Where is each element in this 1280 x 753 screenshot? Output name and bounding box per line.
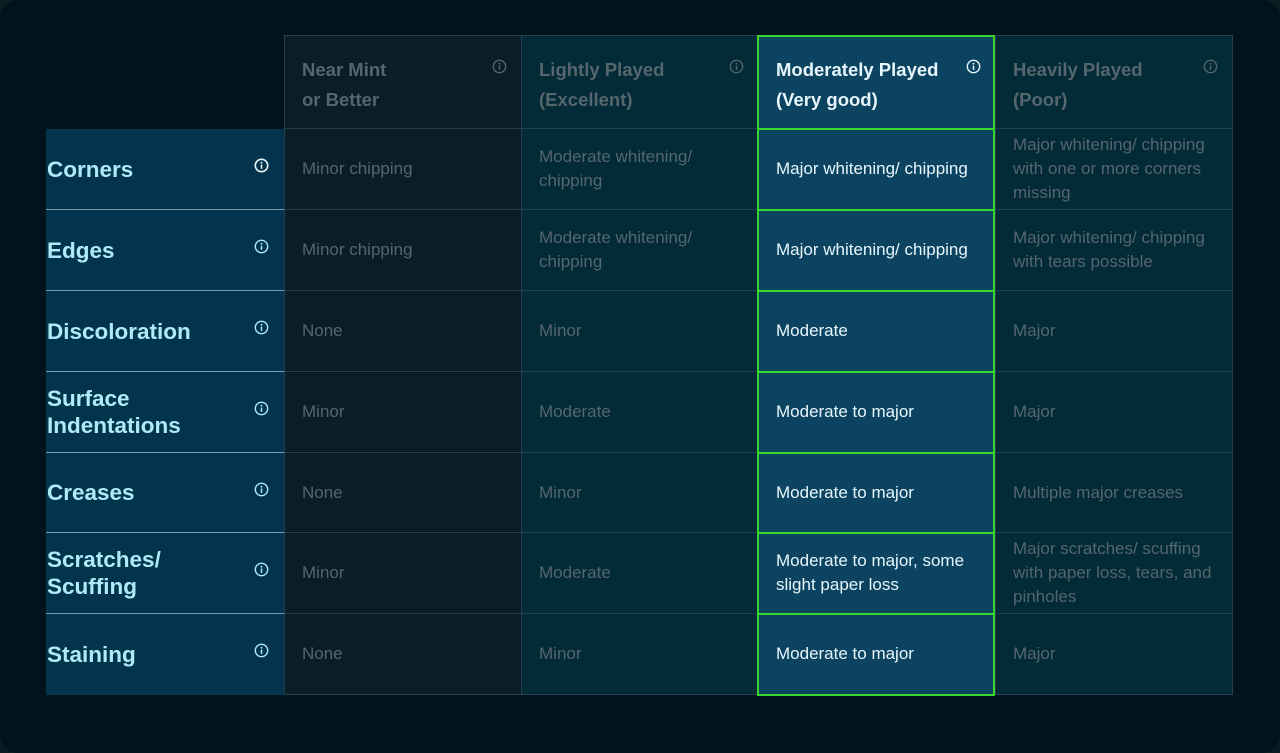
column-header-title: Moderately Played: [776, 59, 939, 80]
column-header-heavily-played: Heavily Played (Poor): [995, 35, 1233, 129]
grid-cell: Major scratches/ scuffing with paper los…: [995, 533, 1233, 614]
column-header-title: Near Mint: [302, 59, 387, 80]
grid-cell: Major: [995, 291, 1233, 372]
row-label-scratches-scuffing: Scratches/ Scuffing: [46, 533, 284, 614]
column-header-subtitle: (Very good): [776, 89, 878, 110]
info-icon[interactable]: [254, 643, 269, 658]
row-label-creases: Creases: [46, 453, 284, 533]
row-label-edges: Edges: [46, 210, 284, 291]
grid-cell: None: [284, 614, 521, 695]
info-icon[interactable]: [1203, 59, 1218, 74]
grid-cell-highlighted: Major whitening/ chipping: [758, 210, 995, 291]
grid-cell-highlighted: Moderate to major: [758, 372, 995, 453]
row-label-corners: Corners: [46, 129, 284, 210]
grid-cell: Minor: [284, 533, 521, 614]
grid-cell-highlighted: Moderate to major: [758, 614, 995, 695]
grid-cell: Major whitening/ chipping with one or mo…: [995, 129, 1233, 210]
column-header-subtitle: (Excellent): [539, 89, 633, 110]
grid-cell: Minor: [521, 614, 758, 695]
grid-cell: None: [284, 453, 521, 533]
grid-cell: Minor chipping: [284, 129, 521, 210]
row-label-text: Creases: [47, 480, 135, 505]
grid-cell-highlighted: Moderate to major, some slight paper los…: [758, 533, 995, 614]
column-header-title: Lightly Played: [539, 59, 665, 80]
grid-cell: Moderate: [521, 372, 758, 453]
info-icon[interactable]: [254, 320, 269, 335]
grid-cell: None: [284, 291, 521, 372]
row-label-text: Staining: [47, 642, 136, 667]
info-icon[interactable]: [492, 59, 507, 74]
grid-cell: Minor: [521, 453, 758, 533]
column-header-moderately-played: Moderately Played (Very good): [758, 35, 995, 129]
grid-cell: Moderate whitening/ chipping: [521, 129, 758, 210]
info-icon[interactable]: [254, 562, 269, 577]
info-icon[interactable]: [966, 59, 981, 74]
condition-grid: Near Mint or Better Lightly Played (Exce…: [46, 35, 1233, 695]
grid-cell: Major: [995, 614, 1233, 695]
info-icon[interactable]: [254, 158, 269, 173]
info-icon[interactable]: [729, 59, 744, 74]
grid-corner: [46, 35, 284, 129]
row-label-text: Corners: [47, 156, 134, 182]
grid-cell: Minor: [284, 372, 521, 453]
grid-cell: Minor chipping: [284, 210, 521, 291]
grid-cell-highlighted: Major whitening/ chipping: [758, 129, 995, 210]
row-label-discoloration: Discoloration: [46, 291, 284, 372]
row-label-text: Surface Indentations: [47, 386, 181, 438]
info-icon[interactable]: [254, 239, 269, 254]
card-condition-panel: Near Mint or Better Lightly Played (Exce…: [0, 0, 1280, 753]
grid-cell: Multiple major creases: [995, 453, 1233, 533]
column-header-near-mint: Near Mint or Better: [284, 35, 521, 129]
row-label-text: Edges: [47, 237, 115, 263]
grid-cell: Moderate: [521, 533, 758, 614]
grid-cell: Minor: [521, 291, 758, 372]
column-header-subtitle: (Poor): [1013, 89, 1068, 110]
row-label-staining: Staining: [46, 614, 284, 695]
info-icon[interactable]: [254, 401, 269, 416]
column-header-subtitle: or Better: [302, 89, 380, 110]
row-label-text: Scratches/ Scuffing: [47, 547, 161, 599]
column-header-title: Heavily Played: [1013, 59, 1143, 80]
info-icon[interactable]: [254, 482, 269, 497]
row-label-text: Discoloration: [47, 318, 191, 344]
grid-cell-highlighted: Moderate to major: [758, 453, 995, 533]
grid-cell: Major whitening/ chipping with tears pos…: [995, 210, 1233, 291]
grid-cell-highlighted: Moderate: [758, 291, 995, 372]
row-label-surface-indentations: Surface Indentations: [46, 372, 284, 453]
grid-cell: Moderate whitening/ chipping: [521, 210, 758, 291]
column-header-lightly-played: Lightly Played (Excellent): [521, 35, 758, 129]
grid-cell: Major: [995, 372, 1233, 453]
